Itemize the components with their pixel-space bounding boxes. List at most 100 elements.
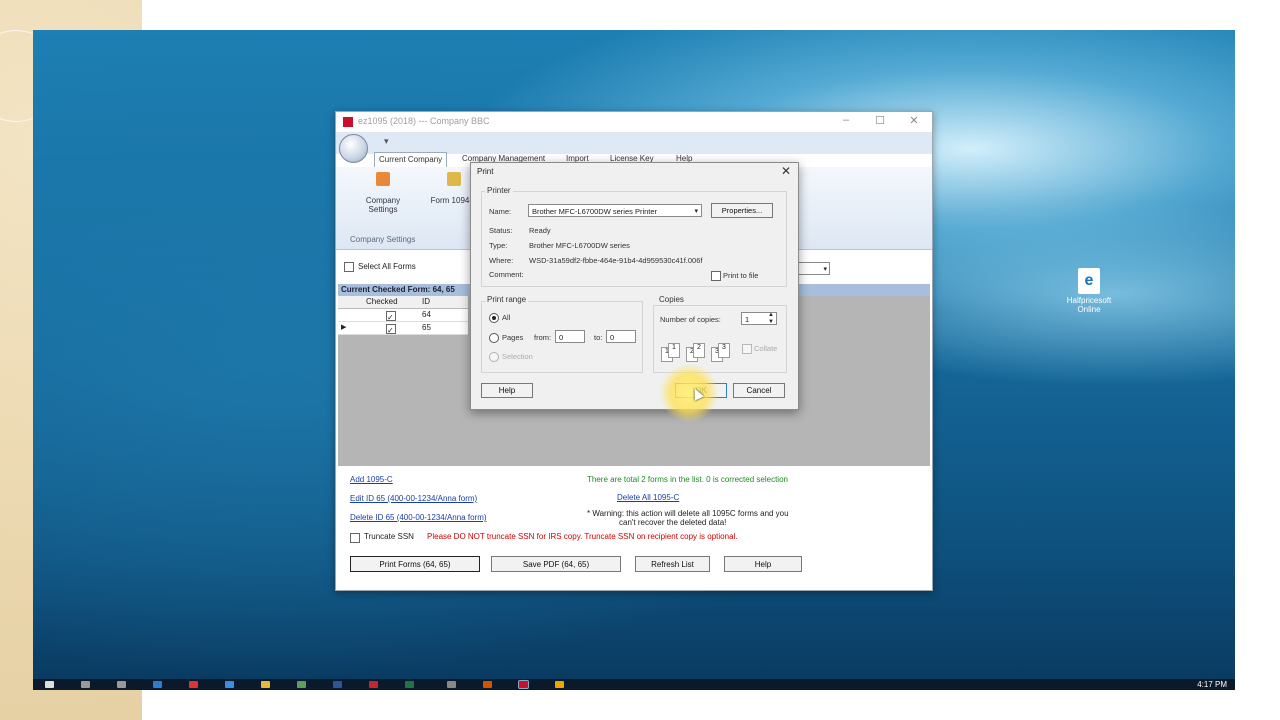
desktop-shortcut-label: Halfpricesoft Online (1066, 296, 1112, 314)
table-row[interactable]: ✓ 64 (338, 309, 468, 322)
row-id: 65 (422, 323, 431, 332)
help-button[interactable]: Help (724, 556, 802, 572)
truncate-ssn-checkbox[interactable] (350, 533, 360, 543)
num-copies-label: Number of copies: (660, 315, 721, 324)
print-to-file-label: Print to file (723, 271, 759, 280)
search-icon[interactable] (81, 681, 90, 688)
printer-group-label: Printer (485, 186, 513, 195)
range-all-label: All (502, 313, 511, 322)
add-1095c-link[interactable]: Add 1095-C (350, 475, 393, 484)
range-selection-radio[interactable] (489, 352, 499, 362)
app-icon (343, 117, 353, 127)
word-icon[interactable] (333, 681, 342, 688)
application-menu-button[interactable] (339, 134, 368, 163)
save-pdf-button[interactable]: Save PDF (64, 65) (491, 556, 621, 572)
task-view-icon[interactable] (117, 681, 126, 688)
chevron-down-icon: ▾ (694, 208, 698, 215)
chrome-icon[interactable] (189, 681, 198, 688)
printer-name-value: Brother MFC-L6700DW series Printer (532, 207, 658, 216)
row-id: 64 (422, 310, 431, 319)
collate-preview: 1 1 2 2 3 3 (661, 341, 736, 363)
spinner-icon[interactable]: ▲ ▼ (768, 312, 774, 326)
taskbar-clock: 4:17 PM (1197, 680, 1227, 689)
edit-form-link[interactable]: Edit ID 65 (400-00-1234/Anna form) (350, 494, 477, 503)
form-type-dropdown[interactable]: ▾ (798, 262, 830, 275)
print-forms-button[interactable]: Print Forms (64, 65) (350, 556, 480, 572)
paint-icon[interactable] (297, 681, 306, 688)
num-copies-value: 1 (745, 315, 750, 324)
col-checked[interactable]: Checked (366, 296, 398, 308)
select-all-label: Select All Forms (358, 262, 416, 271)
calculator-icon[interactable] (447, 681, 456, 688)
row-pointer-icon: ▶ (341, 324, 347, 331)
edge-taskbar-icon[interactable] (153, 681, 162, 688)
app-orange-icon[interactable] (483, 681, 492, 688)
form-icon (447, 172, 461, 186)
row-checkbox[interactable]: ✓ (386, 324, 396, 335)
range-selection-label: Selection (502, 352, 533, 361)
click-highlight (660, 364, 718, 422)
status-text: There are total 2 forms in the list. 0 i… (587, 475, 788, 484)
app-red-icon[interactable] (369, 681, 378, 688)
delete-all-link[interactable]: Delete All 1095-C (617, 493, 679, 502)
select-all-checkbox[interactable] (344, 262, 354, 272)
window-titlebar: ez1095 (2018) --- Company BBC – ☐ ✕ (336, 112, 932, 132)
ribbon-group-label: Company Settings (350, 235, 416, 244)
print-to-file-checkbox[interactable] (711, 271, 721, 281)
print-dialog-help-button[interactable]: Help (481, 383, 533, 398)
from-label: from: (534, 333, 552, 342)
print-range-label: Print range (485, 295, 529, 304)
folder-icon[interactable] (261, 681, 270, 688)
truncate-ssn-note: Please DO NOT truncate SSN for IRS copy.… (427, 532, 738, 541)
col-id[interactable]: ID (422, 296, 430, 308)
printer-name-select[interactable]: Brother MFC-L6700DW series Printer ▾ (528, 204, 702, 217)
to-input[interactable]: 0 (606, 330, 636, 343)
copies-group-label: Copies (657, 295, 686, 304)
where-value: WSD-31a59df2-fbbe-464e-91b4-4d959530c41f… (529, 256, 703, 265)
start-icon[interactable] (45, 681, 54, 688)
to-label: to: (594, 333, 603, 342)
properties-button[interactable]: Properties... (711, 203, 773, 218)
delete-form-link[interactable]: Delete ID 65 (400-00-1234/Anna form) (350, 513, 487, 522)
range-pages-label: Pages (502, 333, 524, 342)
refresh-list-button[interactable]: Refresh List (635, 556, 710, 572)
tab-current-company[interactable]: Current Company (374, 152, 448, 167)
company-settings-label: Company Settings (365, 196, 401, 214)
range-pages-radio[interactable] (489, 333, 499, 343)
comment-label: Comment: (489, 270, 524, 279)
table-row[interactable]: ▶ ✓ 65 (338, 322, 468, 335)
print-dialog-cancel-button[interactable]: Cancel (733, 383, 785, 398)
excel-icon[interactable] (405, 681, 414, 688)
minimize-button[interactable]: – (832, 114, 860, 126)
desktop-shortcut[interactable]: e Halfpricesoft Online (1063, 268, 1115, 314)
store-icon[interactable] (225, 681, 234, 688)
num-copies-input[interactable]: 1 ▲ ▼ (741, 312, 777, 325)
warning-line-2: can't recover the deleted data! (619, 518, 727, 527)
taskbar: 4:17 PM (33, 679, 1235, 690)
type-value: Brother MFC-L6700DW series (529, 241, 630, 250)
collate-page-icon: 2 (693, 343, 705, 358)
where-label: Where: (489, 256, 514, 265)
truncate-ssn-label: Truncate SSN (364, 532, 414, 541)
home-icon (376, 172, 390, 186)
from-input[interactable]: 0 (555, 330, 585, 343)
type-label: Type: (489, 241, 508, 250)
print-dialog-title: Print (477, 167, 494, 176)
app-yellow-icon[interactable] (555, 681, 564, 688)
edge-icon: e (1078, 268, 1100, 294)
print-dialog-close-icon[interactable]: ✕ (781, 164, 791, 178)
row-checkbox[interactable]: ✓ (386, 311, 396, 322)
collate-checkbox[interactable] (742, 344, 752, 354)
chevron-down-icon: ▾ (823, 266, 827, 273)
close-button[interactable]: ✕ (900, 114, 928, 127)
quick-access-dropdown-icon[interactable]: ▾ (384, 136, 389, 147)
name-label: Name: (489, 207, 512, 216)
collate-page-icon: 3 (718, 343, 730, 358)
ez1095-taskbar-icon[interactable] (518, 680, 529, 689)
status-value: Ready (529, 226, 551, 235)
range-all-radio[interactable] (489, 313, 499, 323)
maximize-button[interactable]: ☐ (866, 114, 894, 127)
ribbon-tab-strip (336, 132, 932, 154)
warning-line-1: * Warning: this action will delete all 1… (587, 509, 789, 518)
company-settings-button[interactable]: Company Settings (354, 172, 412, 214)
